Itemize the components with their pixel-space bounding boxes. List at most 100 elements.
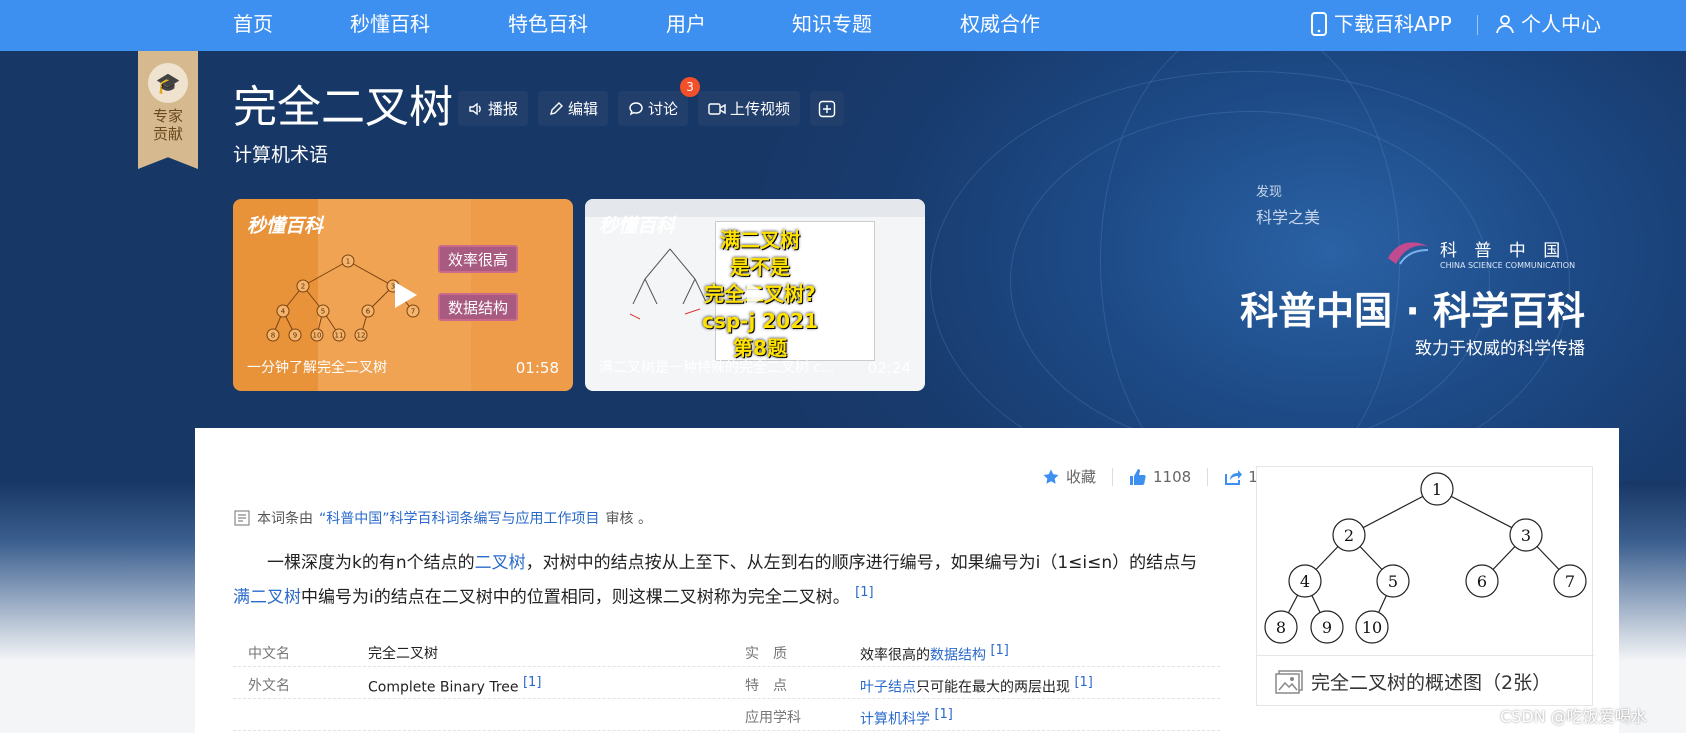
tree-node-label: 4 — [1300, 572, 1310, 591]
info-key: 特 点 — [745, 678, 787, 694]
expert-contribution-ribbon[interactable]: 🎓 专家 贡献 — [138, 51, 198, 169]
info-box: 中文名 完全二叉树 实 质 效率很高的数据结构 [1] 外文名 Complete… — [233, 635, 1220, 731]
kepu-logo: 科 普 中 国 CHINA SCIENCE COMMUNICATION — [1386, 236, 1575, 270]
reference-link[interactable]: [1] — [990, 643, 1008, 658]
tree-node-label: 10 — [1362, 618, 1382, 637]
info-value: 叶子结点只可能在最大的两层出现 [1] — [860, 675, 1093, 697]
tree-node-label: 5 — [1388, 572, 1398, 591]
full-binary-tree-link[interactable]: 满二叉树 — [233, 588, 301, 608]
broadcast-button[interactable]: 播报 — [458, 91, 529, 126]
beauty-label: 科学之美 — [1256, 208, 1321, 227]
tree-node-label: 8 — [1276, 618, 1286, 637]
tree-node-label: 9 — [293, 332, 297, 340]
edit-label: 编辑 — [568, 100, 599, 118]
kepu-logo-cn: 科 普 中 国 — [1440, 241, 1567, 261]
nav-partners[interactable]: 权威合作 — [960, 10, 1040, 38]
tree-node-label: 2 — [1344, 526, 1354, 545]
globe-decoration — [1100, 51, 1400, 481]
speaker-icon — [469, 102, 481, 115]
edit-button[interactable]: 编辑 — [538, 91, 609, 126]
info-key: 中文名 — [248, 646, 290, 662]
thumbs-up-icon — [1130, 468, 1146, 485]
data-structure-link[interactable]: 数据结构 — [930, 648, 986, 664]
video-duration: 01:58 — [515, 359, 559, 377]
summary-text: ，对树中的结点按从上至下、从左到右的顺序进行编号，如果编号为i（1≤i≤n）的结… — [525, 553, 1198, 573]
leaf-node-link[interactable]: 叶子结点 — [860, 680, 916, 696]
entry-subtitle: 计算机术语 — [233, 144, 329, 166]
discuss-button[interactable]: 讨论 3 — [618, 77, 701, 126]
review-project-link[interactable]: “科普中国”科学百科词条编写与应用工作项目 — [319, 508, 600, 528]
tree-node-label: 10 — [313, 332, 322, 340]
overview-image-caption[interactable]: 完全二叉树的概述图（2张） — [1257, 655, 1594, 707]
download-app-link[interactable]: 下载百科APP — [1310, 10, 1452, 38]
reference-link[interactable]: [1] — [934, 707, 952, 722]
star-icon — [1043, 469, 1059, 484]
phone-icon — [1311, 12, 1327, 36]
info-key: 外文名 — [248, 678, 290, 694]
tree-node-label: 2 — [301, 283, 305, 291]
miaodong-logo: 秒懂百科 — [599, 215, 676, 237]
document-icon — [234, 510, 250, 526]
like-count: 1108 — [1153, 467, 1192, 486]
nav-user[interactable]: 用户 — [666, 10, 706, 38]
user-center-label: 个人中心 — [1521, 12, 1601, 36]
reference-link[interactable]: [1] — [523, 675, 541, 690]
miaodong-logo: 秒懂百科 — [247, 215, 324, 237]
info-value-text: Complete Binary Tree — [368, 679, 519, 696]
discover-label: 发现 — [1256, 185, 1283, 200]
info-value: Complete Binary Tree [1] — [368, 675, 541, 696]
nav-miaodong[interactable]: 秒懂百科 — [350, 10, 430, 38]
upload-video-label: 上传视频 — [730, 100, 791, 118]
info-row: 外文名 Complete Binary Tree [1] 特 点 叶子结点只可能… — [233, 667, 1220, 699]
add-button[interactable] — [810, 91, 845, 126]
reference-link[interactable]: [1] — [855, 585, 873, 600]
tree-node-label: 11 — [335, 332, 344, 340]
tree-node-label: 5 — [321, 308, 325, 316]
tree-node-label: 8 — [271, 332, 275, 340]
nav-topics[interactable]: 知识专题 — [792, 10, 872, 38]
nav-home[interactable]: 首页 — [233, 10, 273, 38]
play-icon[interactable] — [737, 277, 773, 313]
video-card-1[interactable]: 秒懂百科 1 2 3 4 5 6 7 8 9 10 11 12 效率很高 数据结… — [233, 199, 573, 391]
brand-headline: 科普中国 · 科学百科 — [1240, 289, 1585, 333]
complete-binary-tree-diagram: 1 2 3 4 5 6 7 8 9 10 — [1264, 472, 1587, 644]
discuss-label: 讨论 — [648, 100, 679, 118]
info-row: 应用学科 计算机科学 [1] — [233, 699, 1220, 731]
info-value: 完全二叉树 — [368, 646, 438, 662]
video-card-2[interactable]: 秒懂百科 满二叉树 是不是 完全二叉树? csp-j 2021 第8题 满二叉树… — [585, 199, 925, 391]
tree-node-label: 3 — [1521, 526, 1531, 545]
info-key: 应用学科 — [745, 710, 801, 726]
upload-video-button[interactable]: 上传视频 — [698, 91, 801, 126]
play-icon[interactable] — [385, 277, 421, 313]
overview-image-card[interactable]: 1 2 3 4 5 6 7 8 9 10 完全二叉树的概述图（2张） — [1256, 466, 1594, 707]
like-button[interactable]: 1108 — [1129, 468, 1191, 486]
ops-divider — [1207, 467, 1209, 486]
nav-featured[interactable]: 特色百科 — [508, 10, 588, 38]
tree-node-label: 4 — [281, 308, 286, 316]
tree-node-label: 6 — [1477, 572, 1487, 591]
user-center-link[interactable]: 个人中心 — [1495, 10, 1601, 38]
binary-tree-link[interactable]: 二叉树 — [475, 553, 526, 573]
info-row: 中文名 完全二叉树 实 质 效率很高的数据结构 [1] — [233, 635, 1220, 667]
video-tag: 效率很高 — [438, 245, 518, 273]
top-navigation: 首页 秒懂百科 特色百科 用户 知识专题 权威合作 下载百科APP 个人中心 — [0, 0, 1686, 51]
computer-science-link[interactable]: 计算机科学 — [860, 712, 930, 728]
discover-tagline: 发现 科学之美 — [1256, 181, 1456, 228]
pencil-icon — [550, 101, 564, 115]
chat-bubble-icon — [629, 101, 643, 115]
info-value-text: 只可能在最大的两层出现 — [916, 679, 1070, 696]
video-duration: 02:24 — [867, 359, 911, 377]
review-suffix: 审核 。 — [605, 511, 652, 527]
graduation-cap-icon: 🎓 — [148, 63, 188, 103]
reference-link[interactable]: [1] — [1074, 675, 1092, 690]
kepu-logo-icon — [1388, 242, 1429, 265]
review-prefix: 本词条由 — [257, 511, 313, 527]
kepu-logo-en: CHINA SCIENCE COMMUNICATION — [1440, 261, 1576, 270]
tree-node-label: 1 — [1432, 480, 1442, 499]
share-icon — [1225, 469, 1243, 485]
info-value: 计算机科学 [1] — [860, 707, 953, 729]
download-app-label: 下载百科APP — [1334, 12, 1452, 36]
favorite-button[interactable]: 收藏 — [1042, 466, 1096, 487]
image-gallery-icon — [1275, 669, 1303, 694]
info-value: 效率很高的数据结构 [1] — [860, 643, 1009, 665]
